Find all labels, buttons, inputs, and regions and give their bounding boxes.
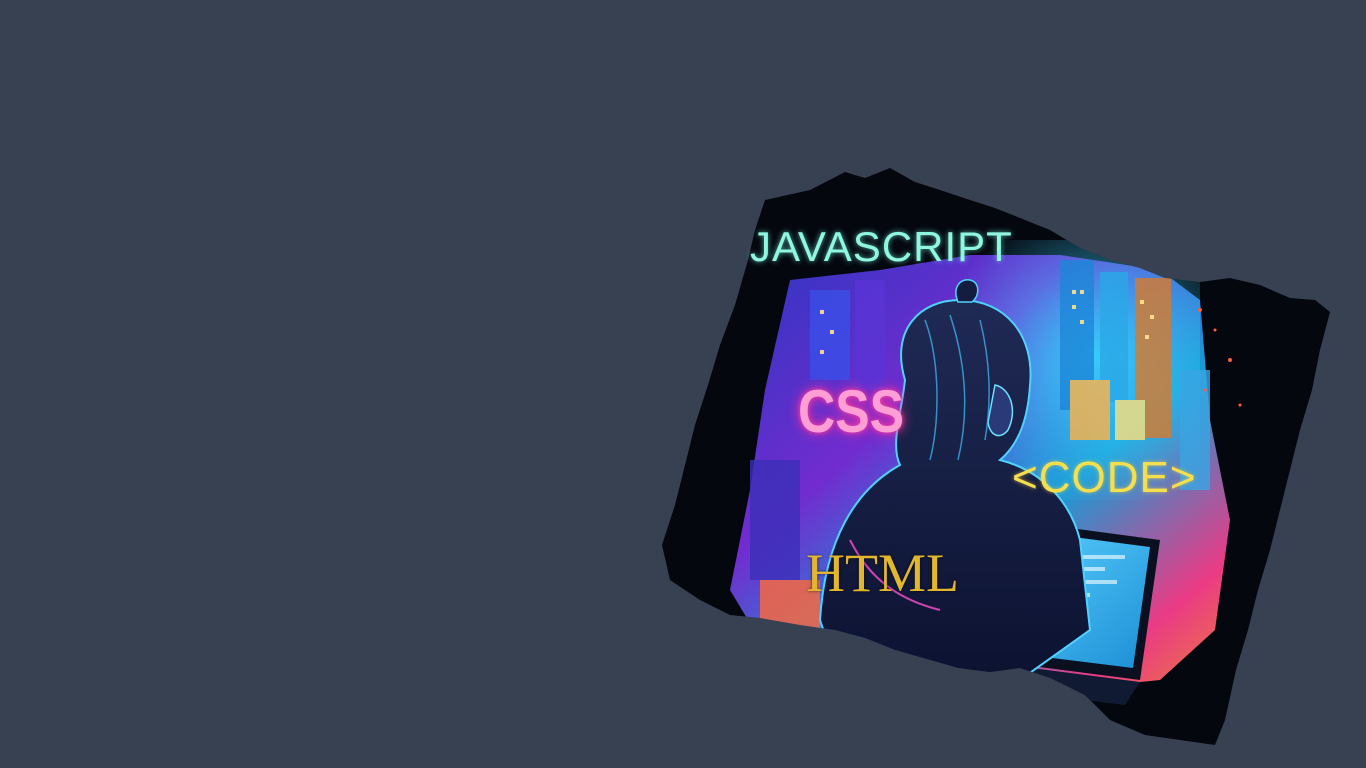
code-label: <CODE> [1012, 453, 1197, 502]
page-background: JAVASCRIPT CSS <CODE> HTML [0, 0, 1366, 768]
torn-paper-artwork: JAVASCRIPT CSS <CODE> HTML [640, 160, 1350, 760]
css-label: CSS [798, 378, 905, 445]
javascript-label: JAVASCRIPT [750, 223, 1013, 270]
html-label: HTML [806, 543, 959, 603]
